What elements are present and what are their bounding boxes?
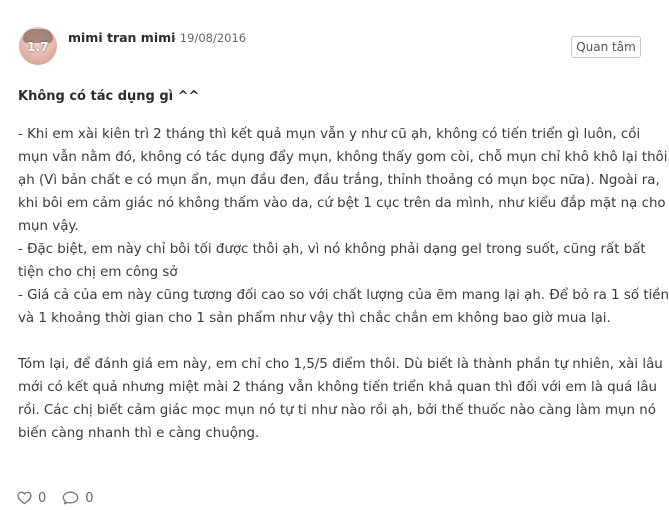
review-body: - Khi em xài kiên trì 2 tháng thì kết qu…: [18, 123, 669, 445]
author-name[interactable]: mimi tran mimi: [68, 30, 175, 45]
review-line: mụn vẫn nằm đó, không có tác dụng đẩy mụ…: [18, 150, 668, 165]
like-button[interactable]: 0: [17, 491, 46, 506]
like-count: 0: [38, 490, 47, 506]
review-line: Tóm lại, để đánh giá em này, em chỉ cho …: [18, 357, 663, 372]
comment-icon: [62, 491, 79, 505]
review-paragraph-2: Tóm lại, để đánh giá em này, em chỉ cho …: [18, 353, 663, 445]
review-paragraph-1: - Khi em xài kiên trì 2 tháng thì kết qu…: [18, 123, 669, 330]
score-badge: 1.7: [27, 40, 49, 54]
comment-button[interactable]: 0: [62, 490, 94, 506]
heart-icon: [17, 491, 32, 505]
review-date: - 19/08/2016: [172, 31, 247, 45]
review-line: mụn vậy.: [18, 219, 79, 234]
comment-count: 0: [85, 490, 94, 506]
review-line: rồi. Các chị biết cảm giác mọc mụn nó tự…: [18, 403, 656, 418]
review-line: - Khi em xài kiên trì 2 tháng thì kết qu…: [18, 127, 641, 142]
review-line: khi bôi em cảm giác nó không thấm vào da…: [18, 196, 666, 211]
review-line: - Giá cả của em này cũng tương đối cao s…: [18, 288, 669, 303]
review-line: biến càng nhanh thì e càng chuộng.: [18, 426, 260, 441]
review-line: ạh (Vì bản chất e có mụn ẩn, mụn đầu đen…: [18, 173, 660, 188]
review-line: - Đặc biệt, em này chỉ bôi tối được thôi…: [18, 242, 646, 257]
review-title: Không có tác dụng gì ^^: [18, 89, 200, 104]
follow-button[interactable]: Quan tâm: [571, 36, 641, 58]
review-card: 1.7 mimi tran mimi - 19/08/2016 Quan tâm…: [0, 0, 669, 510]
review-line: mới có kết quả nhưng miệt mài 2 tháng vẫ…: [18, 380, 658, 395]
review-footer: 0 0: [17, 489, 110, 507]
review-line: tiện cho chị em công sở: [18, 265, 178, 280]
review-line: và 1 khoảng thời gian cho 1 sản phẩm như…: [18, 311, 611, 326]
